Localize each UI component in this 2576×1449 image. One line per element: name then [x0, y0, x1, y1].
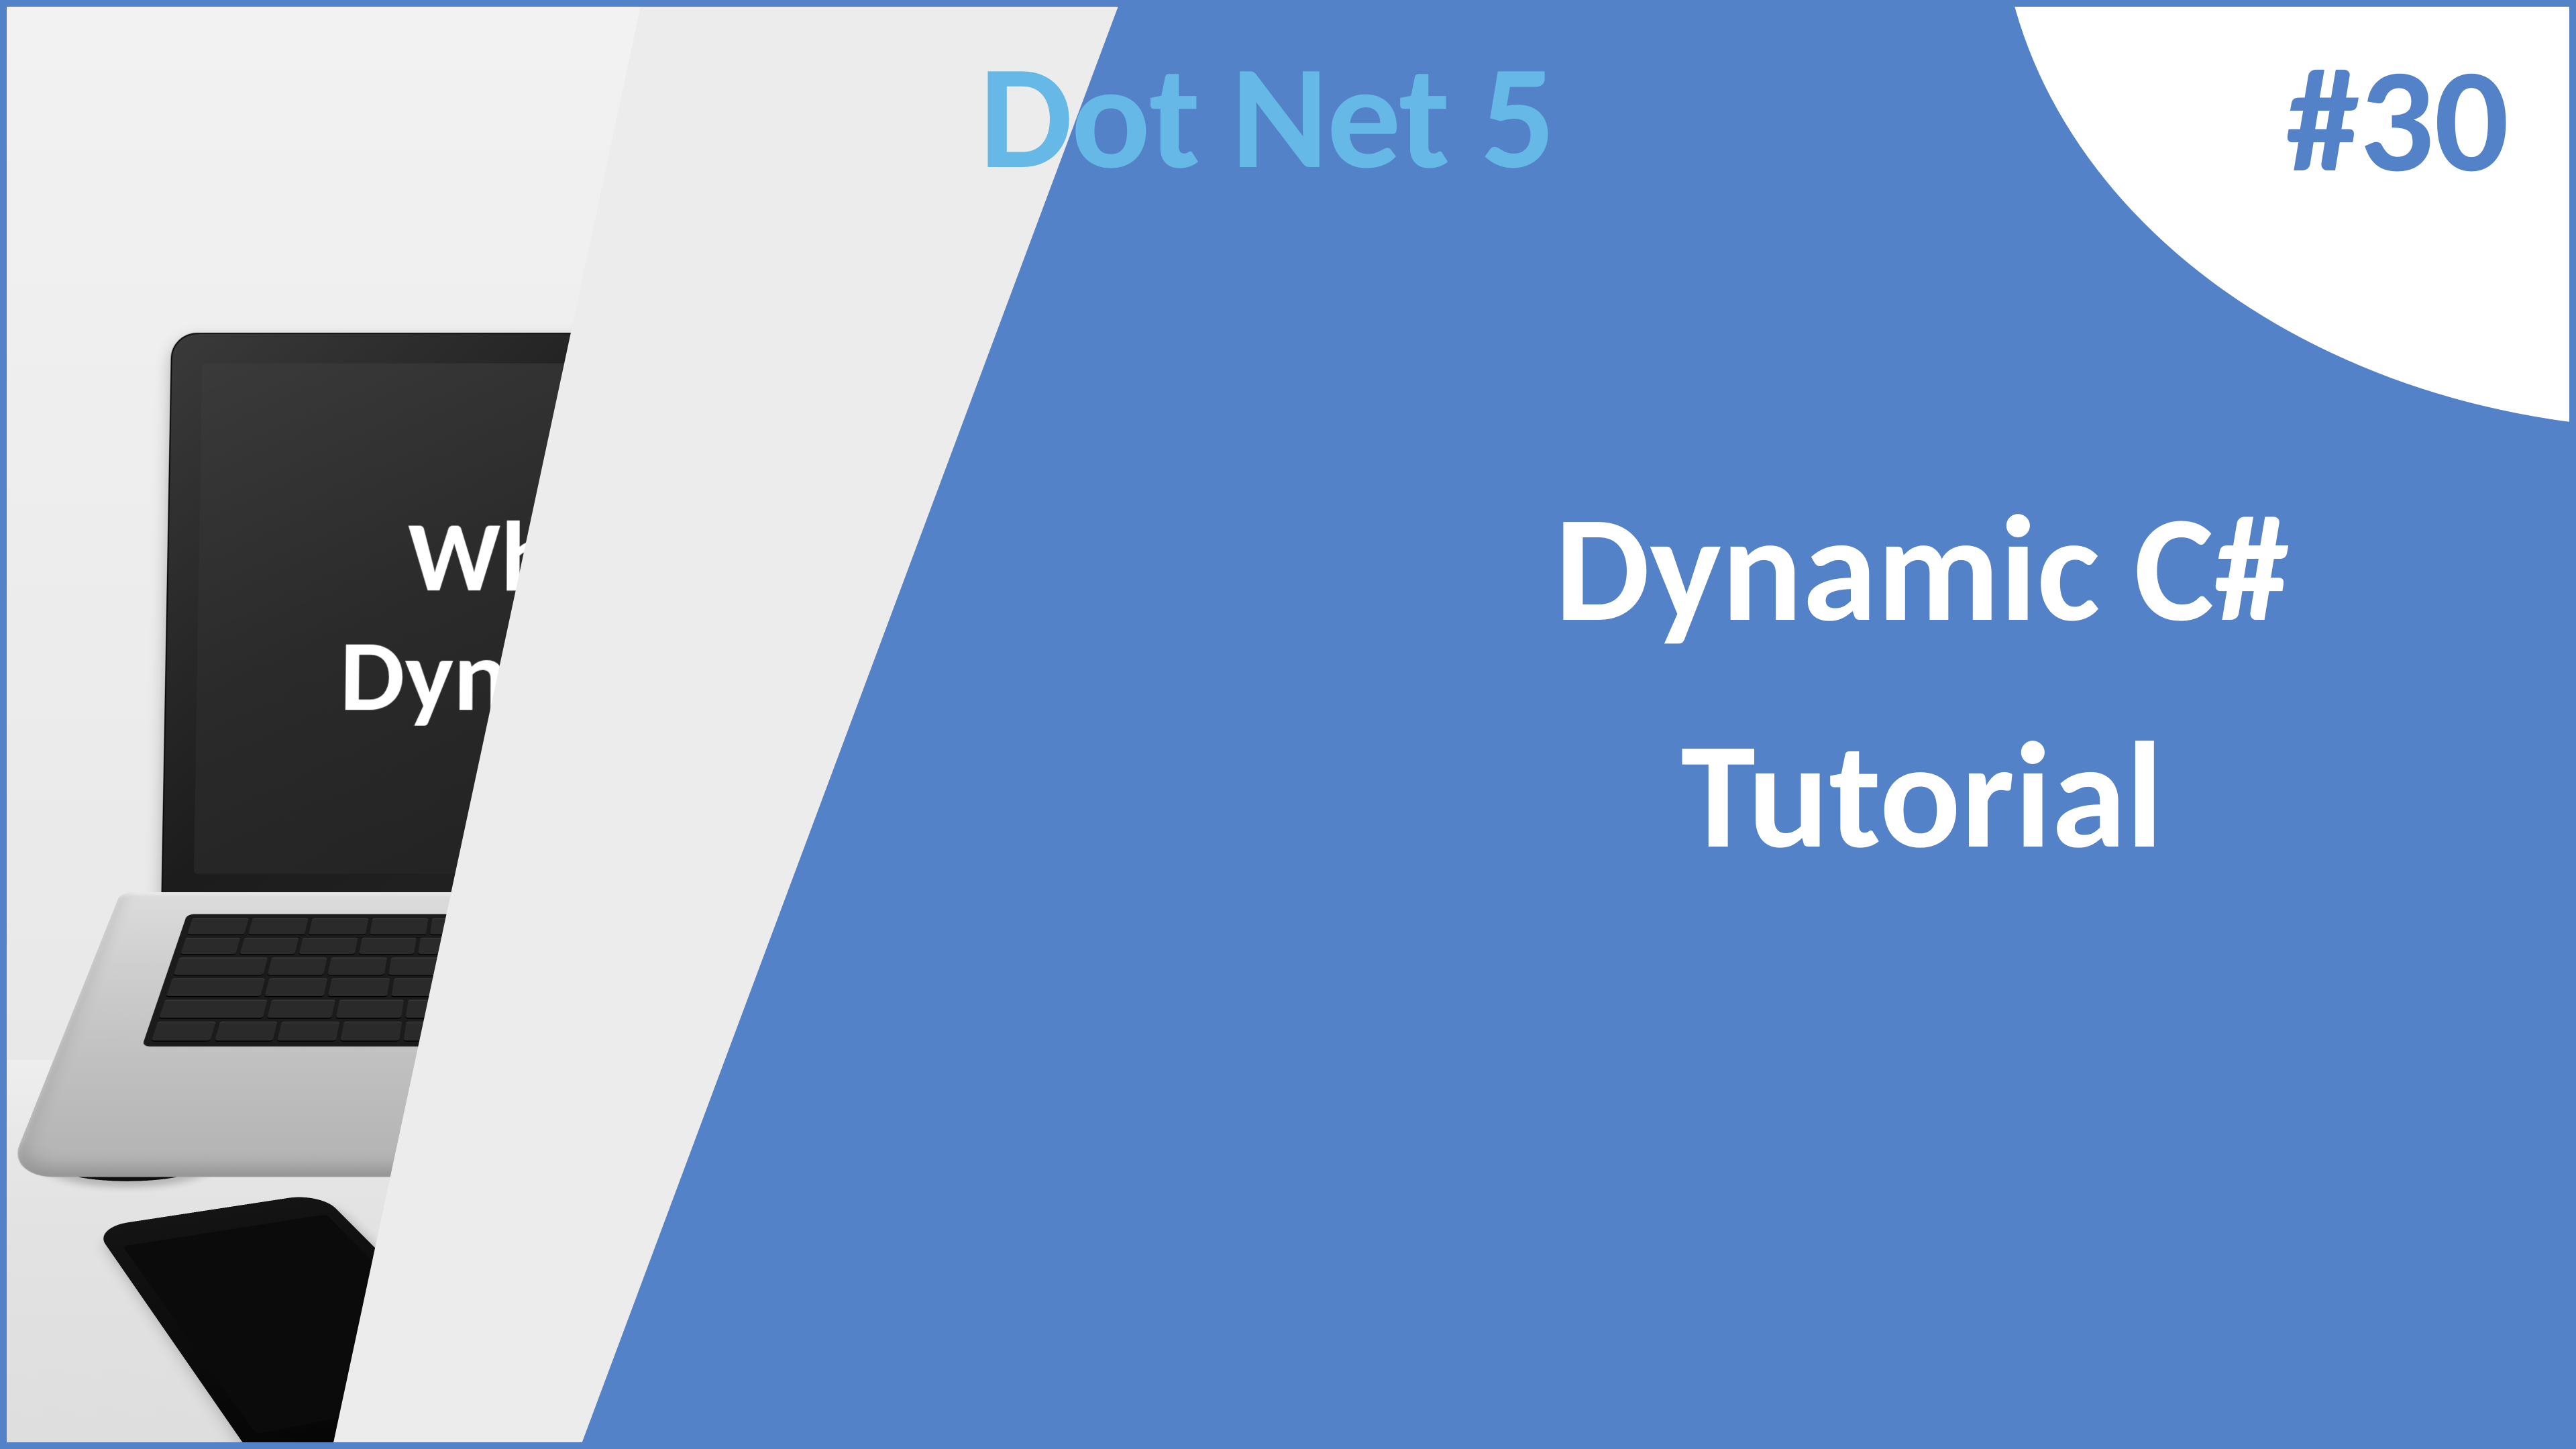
screen-question-text: Why use Dynamic C# — [339, 497, 842, 735]
headline: Dynamic C# Tutorial — [1368, 456, 2475, 909]
headline-line-1: Dynamic C# — [1368, 456, 2475, 683]
webcam-icon — [585, 345, 596, 356]
thumbnail-stage: Why use Dynamic C# — [0, 0, 2576, 1449]
headline-line-2: Tutorial — [1368, 683, 2475, 910]
series-title: Dot Net 5 — [979, 40, 1554, 195]
episode-number-badge: #30 — [2286, 47, 2509, 195]
